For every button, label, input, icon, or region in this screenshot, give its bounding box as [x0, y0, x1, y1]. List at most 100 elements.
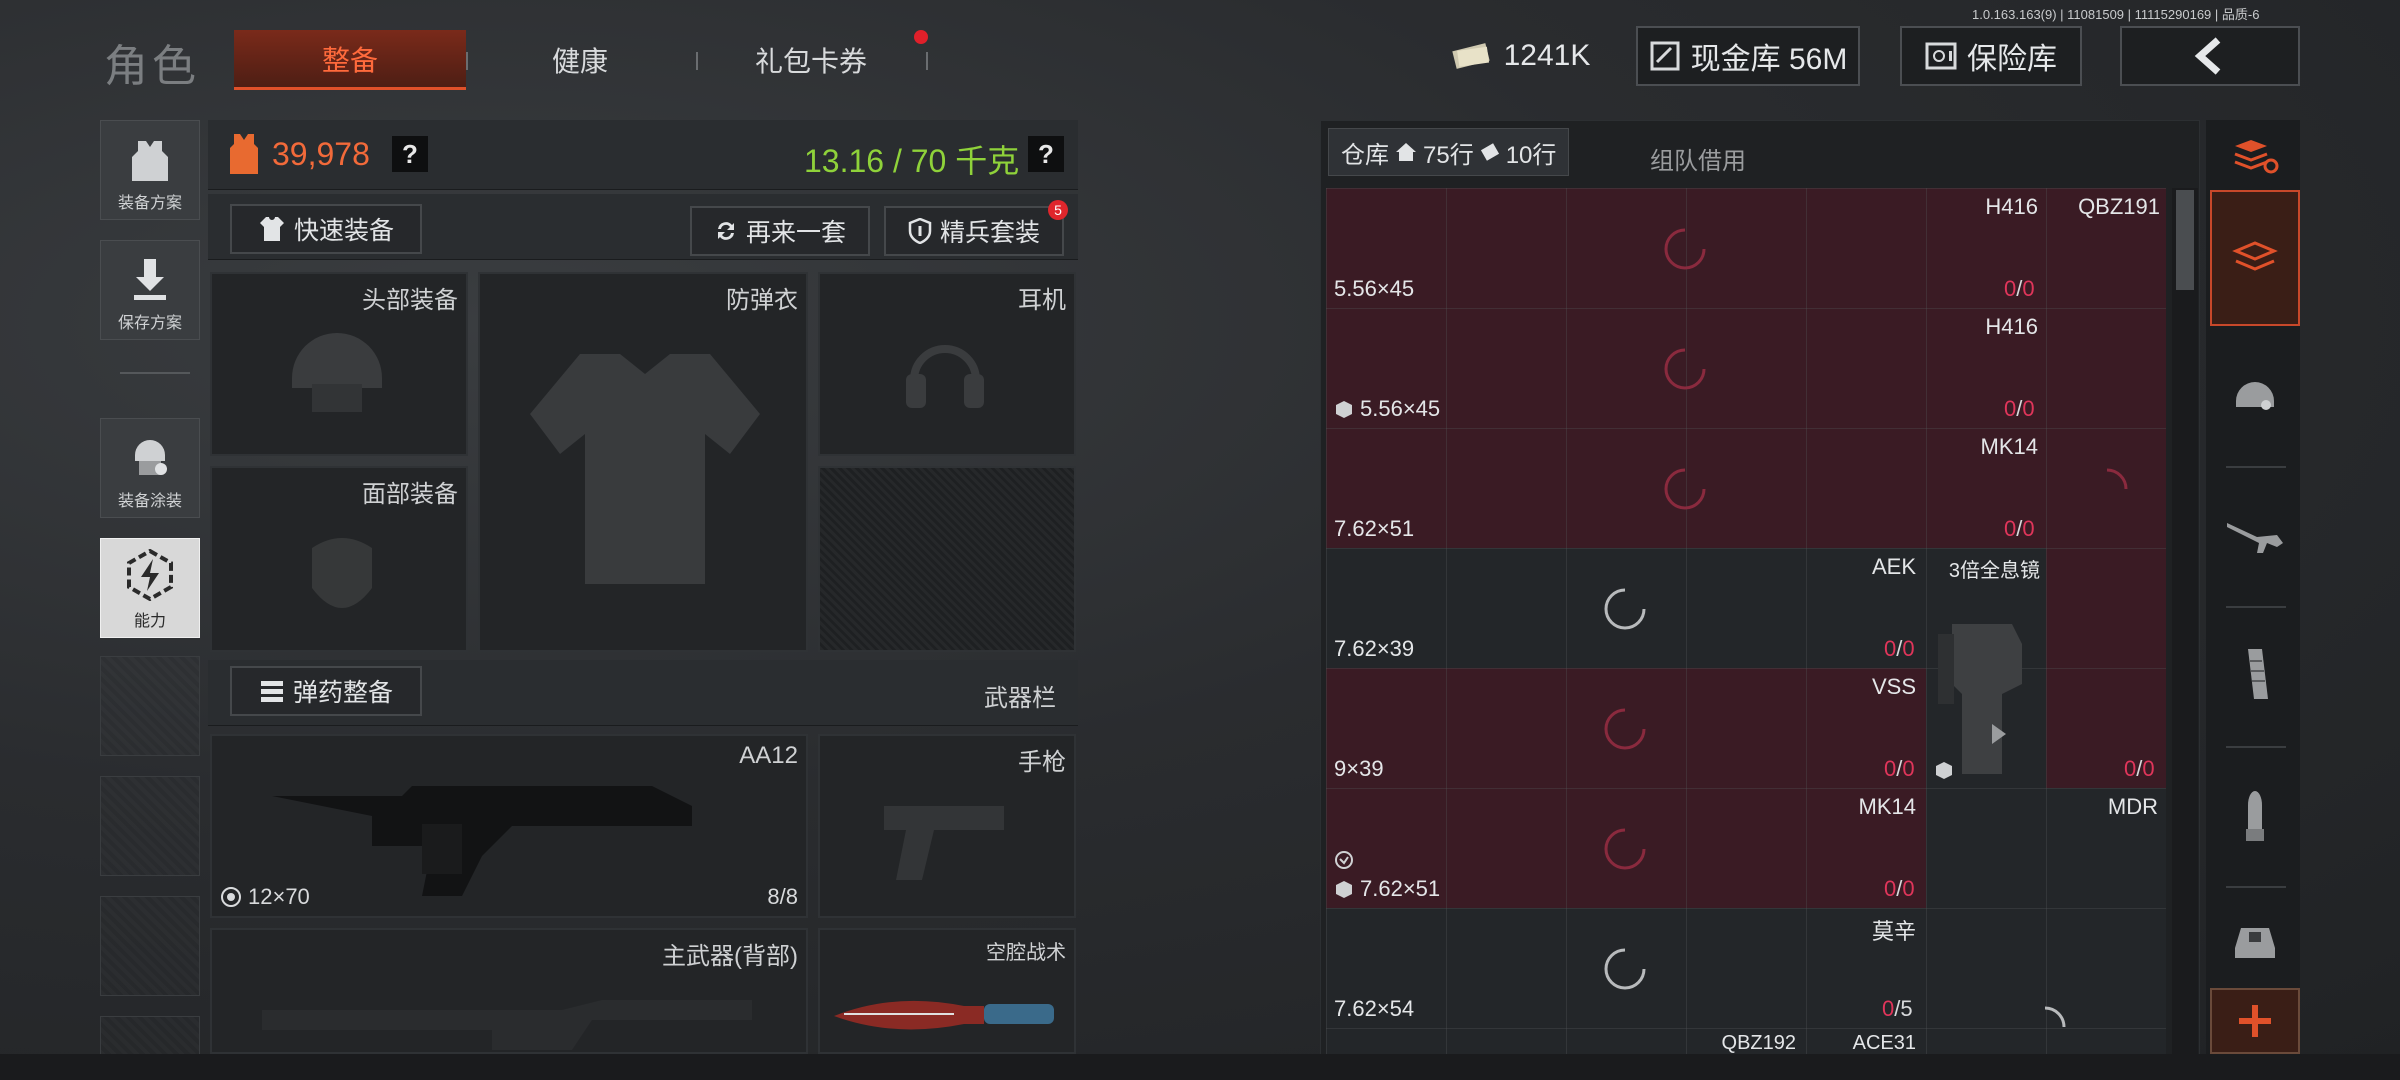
shield-badge-icon — [1335, 851, 1353, 869]
item-name: ACE31 — [1852, 1032, 1916, 1054]
slot-label: 面部装备 — [362, 481, 458, 508]
weapon-bar-label: 武器栏 — [984, 685, 1056, 712]
tab-storage[interactable]: 仓库 75行 10行 — [1328, 128, 1570, 176]
weight-display: 13.16 / 70 千克 — [804, 143, 1020, 179]
loading-spinner-icon — [1604, 588, 1646, 630]
sort-button[interactable] — [2210, 120, 2300, 192]
face-gear-slot[interactable]: 面部装备 — [210, 466, 468, 652]
sidebar-item-label: 装备涂装 — [117, 493, 182, 510]
ammo-caliber: 7.62×51 — [1334, 516, 1415, 541]
earphone-slot[interactable]: 耳机 — [818, 272, 1076, 456]
loading-spinner-icon — [1664, 468, 1706, 510]
category-all[interactable] — [2210, 190, 2300, 326]
value-help-button[interactable]: ? — [392, 136, 428, 172]
ammo-type-icon — [221, 887, 241, 907]
ammo-max: 0 — [1902, 756, 1915, 781]
warehouse-scrollbar[interactable] — [2172, 188, 2198, 1068]
scrollbar-thumb[interactable] — [2176, 190, 2194, 290]
ability-button[interactable]: 能力 — [100, 538, 200, 638]
category-ammo[interactable] — [2210, 750, 2300, 880]
ammo-caliber: 5.56×45 — [1334, 276, 1415, 301]
quick-equip-label: 快速装备 — [293, 217, 394, 245]
elite-set-button[interactable]: 精兵套装 — [884, 206, 1064, 256]
cash-vault-button[interactable]: 现金库 56M — [1636, 26, 1860, 86]
sidebar-divider — [120, 372, 190, 374]
tab-equip[interactable]: 整备 — [234, 30, 466, 90]
warehouse-item-mk14[interactable] — [1326, 428, 2166, 548]
category-attachment[interactable] — [2210, 890, 2300, 990]
primary-weapon-slot[interactable]: AA12 12×70 8/8 — [210, 734, 808, 918]
sidebar-item-label: 保存方案 — [117, 315, 182, 332]
tab-divider — [466, 52, 468, 70]
empty-slot — [100, 896, 200, 996]
home-icon — [1396, 143, 1416, 161]
safe-box-button[interactable]: 保险库 — [1900, 26, 2082, 86]
melee-slot[interactable]: 空腔战术 — [818, 928, 1076, 1054]
warehouse-item-qbz191[interactable] — [2046, 308, 2166, 428]
storage-rows-ticket: 10行 — [1505, 141, 1557, 169]
category-rifle[interactable] — [2210, 470, 2300, 600]
ammo-max: 5 — [1900, 996, 1913, 1021]
box-icon — [1336, 401, 1352, 418]
equipment-plan-button[interactable]: 装备方案 — [100, 120, 200, 220]
money-amount: 1241K — [1503, 39, 1591, 72]
weapon-ammo-count: 8/8 — [767, 884, 798, 909]
ammo-caliber: 5.56×45 — [1360, 396, 1441, 421]
mask-silhouette-icon — [312, 538, 372, 608]
equipment-value: 39,978 — [272, 136, 370, 172]
head-gear-slot[interactable]: 头部装备 — [210, 272, 468, 456]
ammo-current: 0 — [2004, 276, 2017, 301]
tab-gift-vouchers[interactable]: 礼包卡券 — [700, 30, 922, 90]
item-ammo-count: 0/0 — [2124, 756, 2155, 782]
quick-equip-button[interactable]: 快速装备 — [230, 204, 422, 254]
weight-help-button[interactable]: ? — [1028, 136, 1064, 172]
primary-back-slot[interactable]: 主武器(背部) — [210, 928, 808, 1054]
weapon-ammo: 12×70 — [220, 884, 310, 910]
item-ammo: 7.62×51 — [1334, 516, 1414, 542]
equipment-skin-button[interactable]: 装备涂装 — [100, 418, 200, 518]
cash-icon — [1451, 43, 1490, 69]
bullet-icon — [2246, 791, 2264, 841]
item-ammo-count: 0/0 — [1884, 756, 1915, 782]
item-name: MK14 — [1980, 434, 2038, 459]
item-name: 莫辛 — [1871, 919, 1916, 944]
item-ammo-count: 0/0 — [2004, 276, 2035, 302]
category-magazine[interactable] — [2210, 610, 2300, 740]
tab-health[interactable]: 健康 — [470, 30, 690, 90]
body-armor-slot[interactable]: 防弹衣 — [478, 272, 808, 652]
version-info: 1.0.163.163(9) | 11081509 | 11115290169 … — [1972, 7, 2260, 22]
category-helmet[interactable] — [2210, 330, 2300, 460]
warehouse-item-red[interactable] — [2046, 548, 2166, 788]
scope-icon — [2235, 928, 2275, 958]
slot-label: 头部装备 — [362, 287, 458, 314]
item-ammo-count: 0/5 — [1882, 996, 1913, 1022]
elite-set-label: 精兵套装 — [939, 219, 1040, 247]
pistol-slot[interactable]: 手枪 — [818, 734, 1076, 918]
download-icon — [134, 259, 166, 300]
ammo-current: 0 — [1884, 636, 1897, 661]
holo-sight-icon — [1938, 624, 2022, 774]
ammo-caliber: 7.62×39 — [1334, 636, 1415, 661]
add-category-button[interactable] — [2210, 988, 2300, 1054]
magazine-icon — [2248, 649, 2268, 699]
repeat-set-button[interactable]: 再来一套 — [690, 206, 870, 256]
loading-spinner-icon — [1664, 228, 1706, 270]
warehouse-item-mdr[interactable] — [1926, 788, 2166, 1028]
loading-spinner-icon — [1664, 348, 1706, 390]
ammo-caliber: 7.62×54 — [1334, 996, 1415, 1021]
ammo-current: 0 — [2124, 756, 2137, 781]
page-title: 角色 — [104, 42, 200, 91]
storage-label: 仓库 — [1341, 141, 1389, 169]
locked-slot — [818, 466, 1076, 652]
item-ammo: 7.62×39 — [1334, 636, 1414, 662]
item-ammo: 7.62×54 — [1334, 996, 1414, 1022]
ammo-max: 0 — [2022, 516, 2035, 541]
ammo-equip-button[interactable]: 弹药整备 — [230, 666, 422, 716]
back-button[interactable] — [2120, 26, 2300, 86]
helmet-icon — [2236, 382, 2274, 410]
save-plan-button[interactable]: 保存方案 — [100, 240, 200, 340]
storage-rows-home: 75行 — [1423, 141, 1474, 169]
shirt-icon — [259, 217, 284, 241]
tab-team-borrow[interactable]: 组队借用 — [1650, 134, 1746, 182]
empty-slot — [100, 776, 200, 876]
